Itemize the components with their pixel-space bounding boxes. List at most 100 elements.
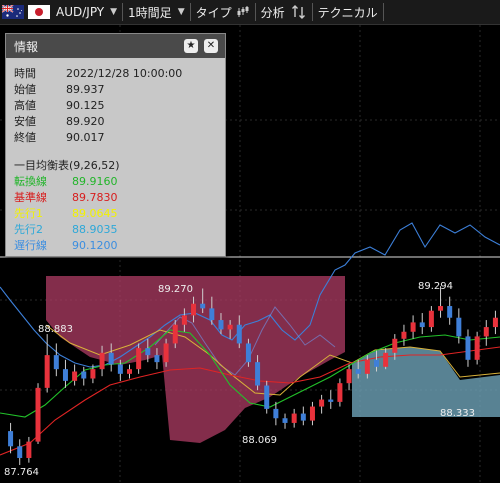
candle-down [145,348,151,356]
type-label: タイプ [195,5,232,20]
candle-down [53,355,59,370]
tenkan-value: 89.9160 [72,175,118,188]
toolbar-divider [382,3,384,21]
bearish-cloud [46,276,345,443]
open-value: 89.937 [66,83,105,96]
senkou2-label: 先行2 [14,223,43,236]
high-value: 90.125 [66,99,105,112]
candle-up [337,383,343,402]
toolbar: AUD/JPY ▼ 1時間足 ▼ タイプ 分析 テクニカル [0,0,500,25]
close-value: 90.017 [66,131,105,144]
kijun-row: 基準線 89.7830 [14,190,118,206]
price-label-87764: 87.764 [4,467,39,478]
high-label: 高値 [14,99,36,112]
candle-down [209,308,215,321]
candle-up [191,303,197,316]
candle-down [236,324,242,344]
candle-up [392,338,398,353]
period-dropdown-icon: ▼ [177,7,185,17]
pin-star-icon[interactable]: ★ [184,39,198,53]
candle-up [364,359,370,374]
candle-up [438,306,444,311]
candle-up [44,355,50,388]
candle-down [456,317,462,337]
info-panel-header[interactable]: 情報 ★ ✕ [6,34,225,58]
candle-up [319,399,325,407]
candle-up [26,441,32,458]
candle-down [282,418,288,423]
japan-flag-icon [28,5,50,19]
candle-up [35,387,41,442]
pair-selector[interactable]: AUD/JPY ▼ [0,0,117,24]
high-row: 高値 90.125 [14,98,105,114]
chikou-row: 遅行線 90.1200 [14,238,118,254]
candle-up [383,352,389,367]
candle-down [447,306,453,318]
candle-up [99,352,105,370]
senkou2-row: 先行2 88.9035 [14,222,118,238]
price-label-88883: 88.883 [38,324,73,335]
toolbar-divider [189,3,191,21]
time-row: 時間 2022/12/28 10:00:00 [14,66,182,82]
candle-up [401,331,407,339]
candle-down [300,413,306,421]
candle-up [483,327,489,337]
analysis-button[interactable]: 分析 [261,0,307,24]
senkou1-row: 先行1 89.0645 [14,206,118,222]
candle-up [428,310,434,328]
candle-down [17,446,23,458]
chart-type-button[interactable]: タイプ [196,0,250,24]
close-label: 終値 [14,131,36,144]
technical-label: テクニカル [317,5,378,20]
open-row: 始値 89.937 [14,82,105,98]
tenkan-row: 転換線 89.9160 [14,174,118,190]
toolbar-divider [311,3,313,21]
candle-up [163,343,169,363]
senkou2-value: 88.9035 [72,223,118,236]
candle-up [291,413,297,423]
candlestick-icon [237,6,249,17]
candle-down [355,369,361,374]
candle-up [474,336,480,360]
candle-down [465,336,471,360]
info-title: 情報 [14,39,39,54]
close-icon[interactable]: ✕ [204,39,218,53]
candle-down [108,352,114,365]
senkou1-value: 89.0645 [72,207,118,220]
candle-down [264,385,270,409]
australia-flag-icon [2,5,24,19]
chikou-value: 90.1200 [72,239,118,252]
price-label-88069: 88.069 [242,435,277,446]
technical-button[interactable]: テクニカル [318,0,378,24]
price-label-89270: 89.270 [158,284,193,295]
candle-up [346,369,352,384]
candle-down [328,399,334,402]
candle-up [127,369,132,374]
candle-down [62,369,68,381]
kijun-value: 89.7830 [72,191,118,204]
candle-up [227,324,233,330]
period-selector[interactable]: 1時間足 ▼ [128,0,185,24]
price-label-89294: 89.294 [418,281,453,292]
candle-down [154,355,160,363]
pair-dropdown-icon: ▼ [110,7,118,17]
low-row: 安値 89.920 [14,114,105,130]
candle-up [410,322,416,332]
pair-label: AUD/JPY [56,5,105,19]
toolbar-divider [254,3,256,21]
analysis-label: 分析 [260,5,285,20]
kijun-label: 基準線 [14,191,47,204]
candle-up [90,369,96,379]
toolbar-divider [122,3,124,21]
candle-up [309,406,315,421]
senkou1-label: 先行1 [14,207,43,220]
candle-down [419,322,425,328]
low-label: 安値 [14,115,36,128]
candle-down [255,362,261,386]
candle-down [374,359,379,367]
candle-up [181,315,187,325]
candle-down [81,371,87,379]
candle-down [117,364,123,374]
candle-up [72,371,78,381]
info-panel: 情報 ★ ✕ 時間 2022/12/28 10:00:00 始値 89.937 … [5,33,226,257]
